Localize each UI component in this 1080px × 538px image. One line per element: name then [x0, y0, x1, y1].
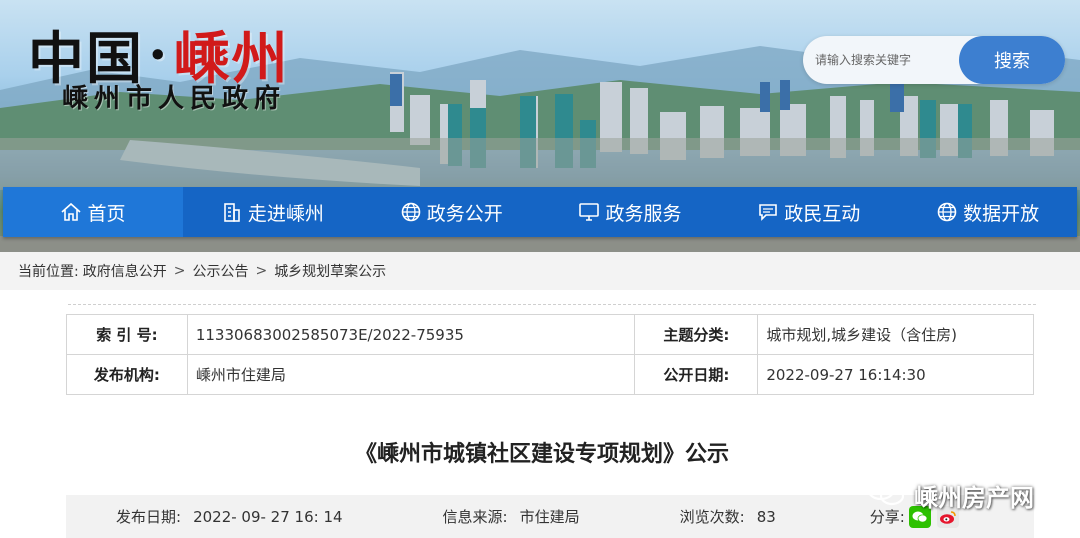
- nav-item-gov-service[interactable]: 政务服务: [541, 187, 720, 237]
- publish-date-label: 发布日期:: [116, 508, 182, 526]
- chat-icon: [757, 201, 779, 223]
- nav-item-gov-open[interactable]: 政务公开: [362, 187, 541, 237]
- nav-label: 走进嵊州: [247, 202, 324, 225]
- nav-item-interaction[interactable]: 政民互动: [719, 187, 898, 237]
- nav-item-home[interactable]: 首页: [3, 187, 183, 237]
- search-box: 搜索: [803, 36, 1065, 84]
- source-label: 信息来源:: [442, 508, 508, 526]
- index-number-label: 索 引 号:: [66, 314, 188, 355]
- watermark-text: 嵊州房产网: [914, 483, 1034, 512]
- open-date-value: 2022-09-27 16:14:30: [757, 354, 1034, 395]
- watermark: 嵊州房产网: [866, 476, 1034, 514]
- views-label: 浏览次数:: [679, 508, 745, 526]
- search-input[interactable]: [815, 46, 953, 74]
- globe-icon: [936, 201, 958, 223]
- info-table: 索 引 号: 11330683002585073E/2022-75935 主题分…: [66, 314, 1034, 395]
- breadcrumb: 当前位置: 政府信息公开 > 公示公告 > 城乡规划草案公示: [0, 252, 1080, 290]
- header-banner: 中国·嵊州 嵊州市人民政府 搜索 首页 走进嵊州 政务公开: [0, 0, 1080, 252]
- breadcrumb-prefix: 当前位置:: [18, 264, 79, 280]
- article-title: 《嵊州市城镇社区建设专项规划》公示: [354, 442, 729, 467]
- open-date-label: 公开日期:: [634, 354, 759, 395]
- breadcrumb-link-notices[interactable]: 公示公告: [192, 261, 248, 281]
- nav-label: 政民互动: [784, 202, 861, 225]
- breadcrumb-link-gov-info[interactable]: 政府信息公开: [83, 261, 167, 281]
- publisher-label: 发布机构:: [66, 354, 188, 395]
- publisher-value: 嵊州市住建局: [186, 354, 636, 395]
- nav-label: 政务服务: [605, 202, 682, 225]
- divider: [68, 304, 1036, 305]
- nav-label: 首页: [87, 202, 126, 225]
- breadcrumb-separator: >: [255, 263, 268, 279]
- wechat-watermark-icon: [866, 476, 906, 514]
- table-row: 发布机构: 嵊州市住建局 公开日期: 2022-09-27 16:14:30: [66, 354, 1034, 395]
- nav-item-about[interactable]: 走进嵊州: [183, 187, 362, 237]
- source-value: 市住建局: [519, 508, 580, 526]
- monitor-icon: [578, 201, 600, 223]
- category-value: 城市规划,城乡建设（含住房): [757, 314, 1034, 355]
- nav-label: 政务公开: [426, 202, 503, 225]
- site-subtitle: 嵊州市人民政府: [62, 84, 287, 114]
- home-icon: [60, 201, 82, 223]
- building-icon: [221, 201, 243, 223]
- index-number-value: 11330683002585073E/2022-75935: [186, 314, 636, 355]
- main-nav: 首页 走进嵊州 政务公开 政务服务 政民互动 数据开放: [3, 187, 1077, 237]
- search-button[interactable]: 搜索: [959, 36, 1065, 84]
- nav-item-open-data[interactable]: 数据开放: [898, 187, 1077, 237]
- breadcrumb-separator: >: [173, 263, 186, 279]
- views-value: 83: [756, 507, 776, 526]
- category-label: 主题分类:: [634, 314, 759, 355]
- table-row: 索 引 号: 11330683002585073E/2022-75935 主题分…: [66, 314, 1034, 355]
- nav-label: 数据开放: [963, 202, 1040, 225]
- publish-date-value: 2022- 09- 27 16: 14: [193, 507, 343, 526]
- breadcrumb-link-planning[interactable]: 城乡规划草案公示: [274, 261, 386, 281]
- globe-icon: [400, 201, 422, 223]
